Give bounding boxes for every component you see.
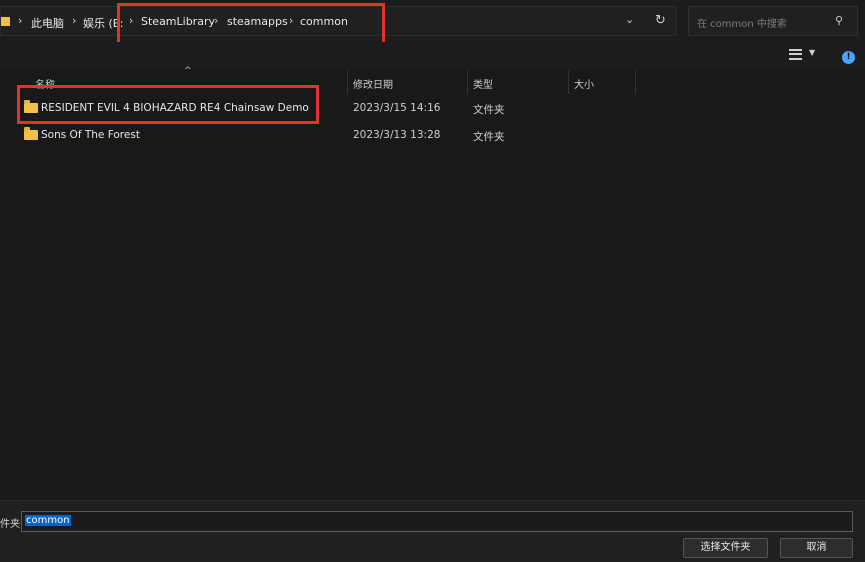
file-type: 文件夹 bbox=[473, 104, 505, 116]
file-date: 2023/3/13 13:28 bbox=[353, 129, 441, 141]
file-date: 2023/3/15 14:16 bbox=[353, 102, 441, 114]
file-name: Sons Of The Forest bbox=[41, 129, 140, 141]
folder-icon bbox=[24, 127, 38, 140]
help-icon[interactable]: ! bbox=[842, 51, 855, 64]
chevron-right-icon: › bbox=[18, 14, 23, 27]
refresh-icon[interactable]: ↻ bbox=[655, 13, 666, 28]
folder-name-input[interactable]: common bbox=[21, 511, 853, 532]
select-folder-button[interactable]: 选择文件夹 bbox=[683, 538, 768, 558]
column-header-type[interactable]: 类型 bbox=[473, 76, 493, 91]
sort-ascending-icon: ^ bbox=[184, 66, 192, 76]
folder-name-value: common bbox=[25, 515, 71, 526]
folder-highlight-box bbox=[17, 85, 319, 124]
column-divider bbox=[635, 70, 636, 94]
search-box[interactable]: 在 common 中搜索 ⚲ bbox=[688, 6, 858, 36]
search-input[interactable]: 在 common 中搜索 bbox=[697, 15, 787, 30]
breadcrumb-highlight-box bbox=[117, 3, 385, 45]
folder-field-label: 件夹: bbox=[0, 519, 24, 530]
column-divider bbox=[467, 70, 468, 94]
cancel-button[interactable]: 取消 bbox=[780, 538, 853, 558]
chevron-right-icon: › bbox=[72, 14, 77, 27]
list-item[interactable]: Sons Of The Forest 2023/3/13 13:28 文件夹 bbox=[20, 124, 850, 148]
folder-icon bbox=[1, 17, 10, 26]
column-header-date[interactable]: 修改日期 bbox=[353, 76, 393, 91]
view-dropdown-icon[interactable]: ▼ bbox=[809, 48, 815, 57]
chevron-down-icon[interactable]: ⌄ bbox=[625, 13, 634, 26]
column-header-size[interactable]: 大小 bbox=[574, 76, 594, 91]
toolbar: ▼ ! bbox=[0, 42, 865, 70]
file-type: 文件夹 bbox=[473, 131, 505, 143]
column-divider bbox=[347, 70, 348, 94]
search-icon: ⚲ bbox=[835, 14, 844, 27]
breadcrumb-this-pc[interactable]: 此电脑 bbox=[31, 15, 64, 31]
column-divider bbox=[568, 70, 569, 94]
view-options-icon[interactable] bbox=[789, 49, 802, 60]
